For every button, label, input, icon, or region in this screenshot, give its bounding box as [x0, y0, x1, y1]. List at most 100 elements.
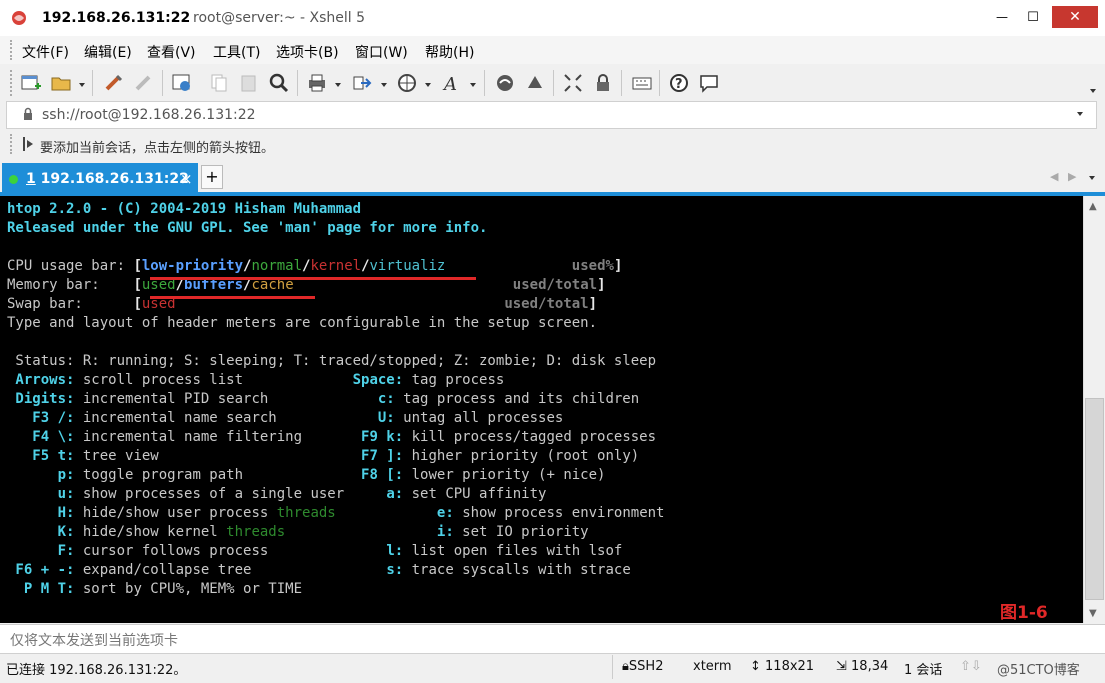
hint-grip	[10, 134, 14, 154]
toolbar-separator	[659, 70, 660, 96]
key-row: Arrows: scroll process list Space: tag p…	[7, 372, 505, 388]
reconnect-icon[interactable]	[103, 72, 125, 94]
print-icon[interactable]	[306, 72, 328, 94]
toolbar-separator	[553, 70, 554, 96]
paste-icon[interactable]	[238, 72, 260, 94]
menu-help[interactable]: 帮助(H)	[425, 42, 474, 62]
print-dropdown-icon[interactable]	[335, 83, 341, 87]
toolbar-separator	[162, 70, 163, 96]
menu-window[interactable]: 窗口(W)	[355, 42, 408, 62]
terminal[interactable]: htop 2.2.0 - (C) 2004-2019 Hisham Muhamm…	[0, 196, 1083, 623]
terminal-line-version: htop 2.2.0 - (C) 2004-2019 Hisham Muhamm…	[7, 201, 362, 217]
window-title-host: 192.168.26.131:22	[42, 10, 191, 26]
tab-label: 1 192.168.26.131:22	[26, 171, 189, 187]
new-session-icon[interactable]	[20, 72, 42, 94]
disconnect-icon[interactable]	[133, 72, 155, 94]
terminal-line-layout: Type and layout of header meters are con…	[7, 315, 598, 331]
menu-file[interactable]: 文件(F)	[22, 42, 69, 62]
maximize-icon: ☐	[1027, 9, 1039, 25]
tab-scroll-right-icon[interactable]: ▶	[1068, 170, 1076, 183]
minimize-icon: —	[996, 10, 1008, 24]
scroll-down-icon[interactable]: ▼	[1089, 608, 1097, 619]
upload-arrows-icon: ⇧⇩	[960, 659, 982, 674]
terminal-line-license: Released under the GNU GPL. See 'man' pa…	[7, 220, 488, 236]
key-row: Digits: incremental PID search c: tag pr…	[7, 391, 640, 407]
connection-status: 已连接 192.168.26.131:22。	[6, 663, 187, 678]
menu-grip	[10, 40, 14, 60]
watermark: @51CTO博客	[997, 663, 1080, 678]
key-row: P M T: sort by CPU%, MEM% or TIME	[7, 581, 303, 597]
lock-small-icon	[24, 107, 32, 120]
key-row: F3 /: incremental name search U: untag a…	[7, 410, 564, 426]
find-icon[interactable]	[268, 72, 290, 94]
key-row: F6 + -: expand/collapse tree s: trace sy…	[7, 562, 631, 578]
svg-text:A: A	[442, 74, 457, 94]
cpu-highlight-underline	[150, 277, 476, 280]
transfer-dropdown-icon[interactable]	[381, 83, 387, 87]
cursor-position: ⇲ 18,34	[836, 659, 889, 674]
properties-icon[interactable]	[171, 72, 193, 94]
connected-indicator-icon	[9, 175, 18, 184]
key-row: F5 t: tree view F7 ]: higher priority (r…	[7, 448, 640, 464]
tab-host: 192.168.26.131:22	[40, 171, 189, 187]
xftp-icon[interactable]	[494, 72, 516, 94]
session-count: 1 会话	[904, 663, 943, 678]
tab-close-icon[interactable]: ×	[180, 170, 193, 188]
protocol-status: 🔒︎SSH2	[622, 659, 664, 674]
window-title: root@server:~ - Xshell 5	[193, 10, 366, 26]
toolbar-separator	[297, 70, 298, 96]
copy-icon[interactable]	[208, 72, 230, 94]
svg-text:?: ?	[675, 77, 683, 92]
scroll-up-icon[interactable]: ▲	[1089, 201, 1097, 212]
memory-highlight-underline	[150, 296, 315, 299]
toolbar-overflow-icon[interactable]	[1090, 89, 1096, 93]
key-row: F: cursor follows process l: list open f…	[7, 543, 623, 559]
key-row: F4 \: incremental name filtering F9 k: k…	[7, 429, 657, 445]
terminal-line-status: Status: R: running; S: sleeping; T: trac…	[7, 353, 657, 369]
maximize-button[interactable]: ☐	[1020, 6, 1046, 28]
globe-dropdown-icon[interactable]	[425, 83, 431, 87]
menu-view[interactable]: 查看(V)	[147, 42, 196, 62]
key-row: H: hide/show user process threads e: sho…	[7, 505, 665, 521]
font-dropdown-icon[interactable]	[470, 83, 476, 87]
transfer-icon[interactable]	[351, 72, 373, 94]
status-separator	[612, 655, 613, 679]
scrollbar-thumb[interactable]	[1085, 398, 1104, 600]
compose-bar-label[interactable]: 仅将文本发送到当前选项卡	[10, 630, 178, 650]
cursor-icon: ⇲	[836, 659, 852, 674]
font-icon[interactable]: A	[441, 72, 463, 94]
keyboard-icon[interactable]	[631, 72, 653, 94]
xshell-logo-icon	[12, 11, 26, 25]
open-folder-icon[interactable]	[50, 72, 72, 94]
hint-text: 要添加当前会话，点击左侧的箭头按钮。	[40, 141, 275, 156]
cpu-bar-line: CPU usage bar: [low-priority/normal/kern…	[7, 258, 623, 274]
figure-label: 图1-6	[1000, 603, 1048, 623]
key-row: p: toggle program path F8 [: lower prior…	[7, 467, 606, 483]
menu-tab[interactable]: 选项卡(B)	[276, 42, 339, 62]
minimize-button[interactable]: —	[989, 6, 1015, 28]
tab-list-icon[interactable]	[1089, 176, 1095, 180]
lock-icon[interactable]	[592, 72, 614, 94]
help-icon[interactable]: ?	[668, 72, 690, 94]
fullscreen-icon[interactable]	[562, 72, 584, 94]
tab-scroll-left-icon[interactable]: ◀	[1050, 170, 1058, 183]
add-session-arrow-icon[interactable]	[22, 136, 34, 152]
address-input[interactable]: ssh://root@192.168.26.131:22	[42, 107, 256, 123]
open-dropdown-icon[interactable]	[79, 83, 85, 87]
key-row: K: hide/show kernel threads i: set IO pr…	[7, 524, 589, 540]
close-icon: ✕	[1069, 9, 1081, 25]
menu-edit[interactable]: 编辑(E)	[84, 42, 132, 62]
add-tab-button[interactable]: +	[201, 165, 223, 189]
tunnel-icon[interactable]	[524, 72, 546, 94]
close-window-button[interactable]: ✕	[1052, 6, 1098, 28]
toolbar-separator	[621, 70, 622, 96]
tab-number: 1	[26, 171, 36, 187]
globe-icon[interactable]	[396, 72, 418, 94]
menu-tools[interactable]: 工具(T)	[213, 42, 260, 62]
toolbar-separator	[484, 70, 485, 96]
key-row: u: show processes of a single user a: se…	[7, 486, 547, 502]
address-dropdown-icon[interactable]	[1077, 112, 1083, 116]
chat-icon[interactable]	[698, 72, 720, 94]
lock-status-icon: 🔒︎	[622, 659, 629, 674]
terminal-type: xterm	[693, 659, 732, 674]
